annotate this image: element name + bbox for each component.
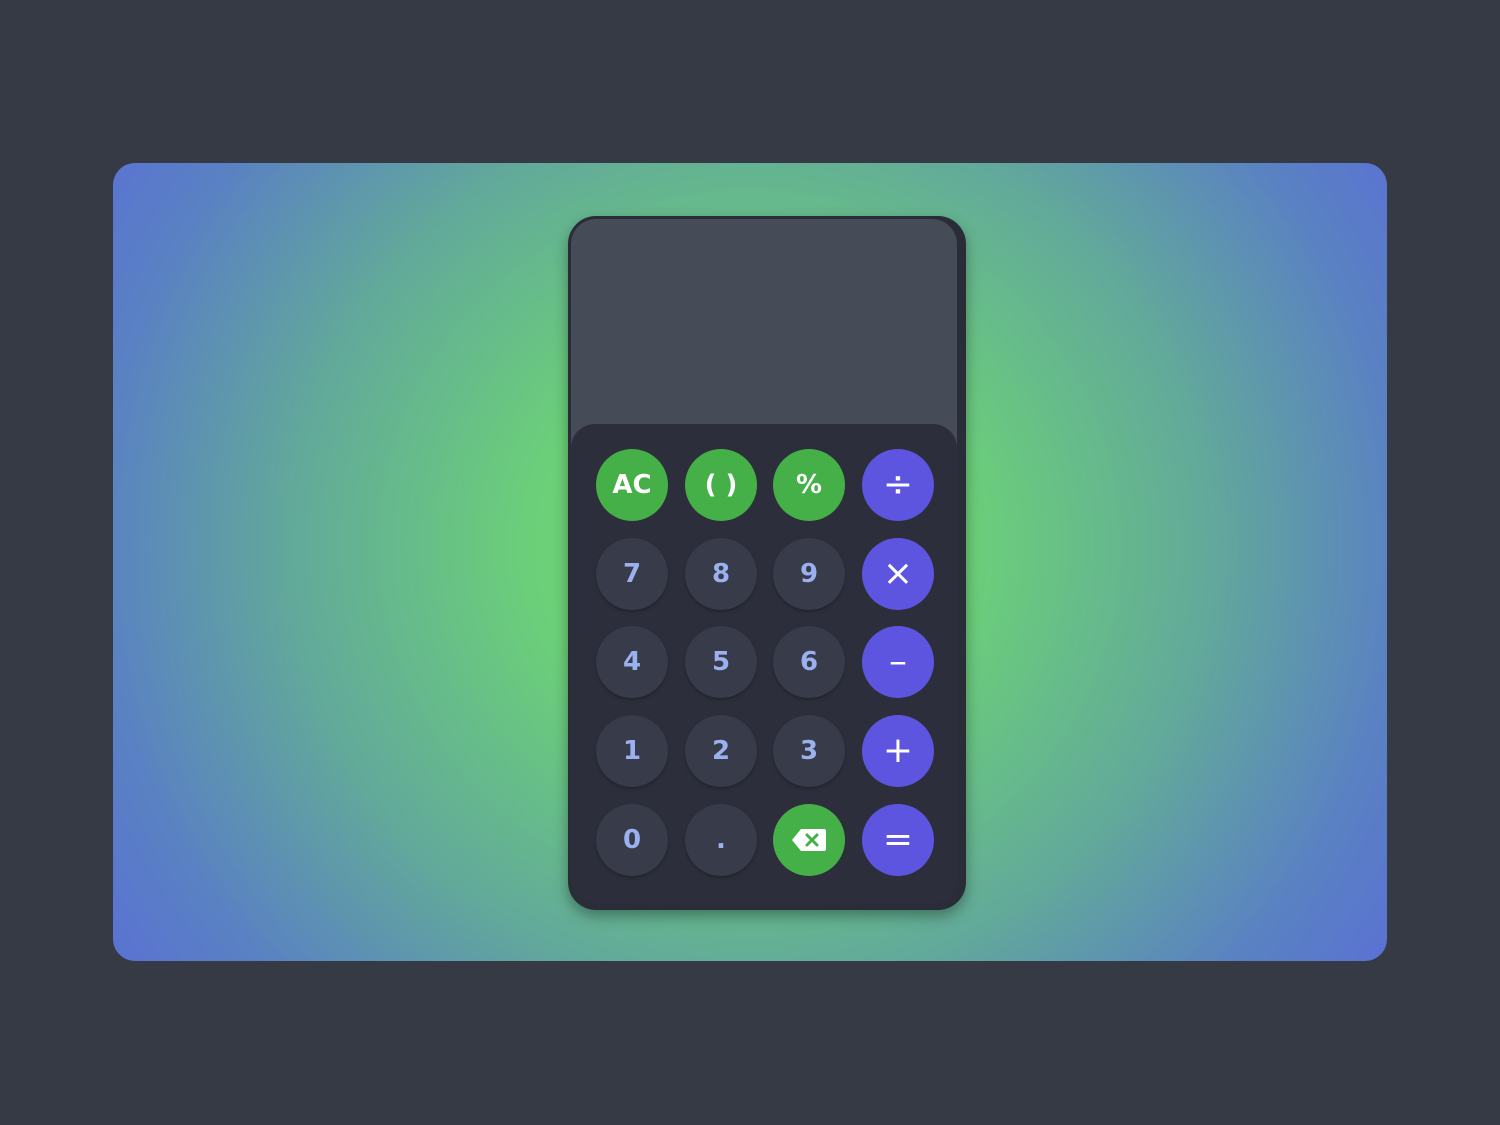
- calculator-display: [571, 219, 957, 455]
- equals-button[interactable]: =: [862, 804, 934, 876]
- digit-1-button[interactable]: 1: [596, 715, 668, 787]
- digit-2-button[interactable]: 2: [685, 715, 757, 787]
- digit-5-button[interactable]: 5: [685, 626, 757, 698]
- digit-6-button[interactable]: 6: [773, 626, 845, 698]
- backspace-button[interactable]: [773, 804, 845, 876]
- gradient-backdrop: AC ( ) % ÷ 7 8 9 × 4 5 6 – 1 2 3 + 0 . =: [113, 163, 1387, 961]
- clear-button[interactable]: AC: [596, 449, 668, 521]
- digit-9-button[interactable]: 9: [773, 538, 845, 610]
- digit-3-button[interactable]: 3: [773, 715, 845, 787]
- digit-0-button[interactable]: 0: [596, 804, 668, 876]
- equals-label: =: [882, 819, 914, 860]
- decimal-button[interactable]: .: [685, 804, 757, 876]
- divide-button[interactable]: ÷: [862, 449, 934, 521]
- keypad: AC ( ) % ÷ 7 8 9 × 4 5 6 – 1 2 3 + 0 . =: [571, 424, 957, 904]
- percent-button[interactable]: %: [773, 449, 845, 521]
- digit-7-button[interactable]: 7: [596, 538, 668, 610]
- subtract-button[interactable]: –: [862, 626, 934, 698]
- calculator: AC ( ) % ÷ 7 8 9 × 4 5 6 – 1 2 3 + 0 . =: [568, 216, 966, 910]
- parentheses-button[interactable]: ( ): [685, 449, 757, 521]
- subtract-label: –: [889, 641, 907, 682]
- multiply-button[interactable]: ×: [862, 538, 934, 610]
- add-button[interactable]: +: [862, 715, 934, 787]
- digit-8-button[interactable]: 8: [685, 538, 757, 610]
- digit-4-button[interactable]: 4: [596, 626, 668, 698]
- multiply-label: ×: [882, 553, 914, 594]
- backspace-icon: [792, 829, 826, 851]
- add-label: +: [882, 730, 914, 771]
- divide-label: ÷: [882, 464, 914, 505]
